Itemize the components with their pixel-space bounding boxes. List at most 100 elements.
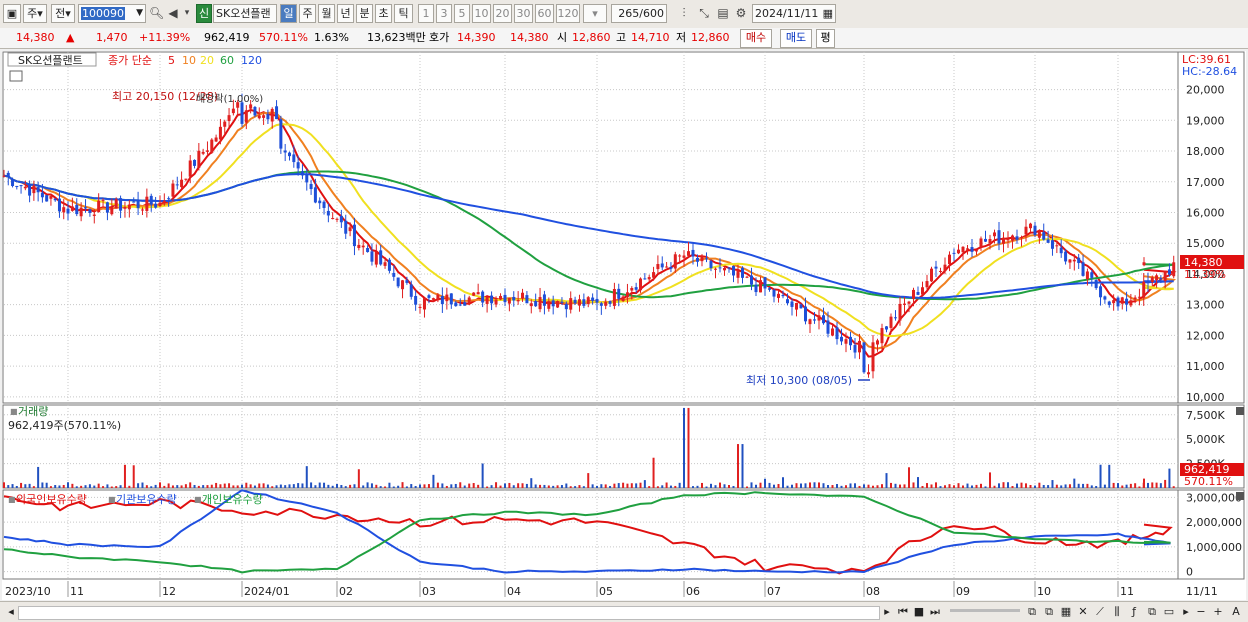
candle-body (1046, 239, 1050, 243)
candle-body (296, 162, 300, 169)
date-input[interactable]: 2024/11/11 ▦ (752, 4, 836, 23)
period-second[interactable]: 초 (375, 4, 392, 23)
interval-120[interactable]: 120 (556, 4, 580, 23)
volume-bar (28, 483, 31, 488)
volume-bar (1164, 479, 1167, 488)
volume-bar (622, 482, 625, 488)
eval-button[interactable]: 평 (816, 29, 835, 48)
volume-bar (587, 473, 590, 488)
chart-type-icon[interactable]: ⫶ (675, 5, 693, 22)
zoom-slider[interactable] (950, 609, 1020, 612)
volume-bar (604, 484, 607, 488)
period-tick[interactable]: 틱 (394, 4, 413, 23)
interval-dropdown[interactable]: ▾ (583, 4, 607, 23)
crosshair-icon[interactable]: ✕ (1076, 604, 1090, 619)
window-icon[interactable]: ▭ (1162, 604, 1176, 619)
layout2-icon[interactable]: ⧉ (1145, 604, 1159, 619)
speaker-icon[interactable]: ◀ (166, 5, 180, 22)
save-icon[interactable]: ▤ (715, 5, 731, 22)
scroll-right-icon[interactable]: ▸ (1180, 604, 1192, 619)
forward-icon[interactable]: ⏭ (928, 604, 942, 619)
volume-bar (314, 485, 317, 488)
line-icon[interactable]: ⟋ (1093, 604, 1107, 619)
candle-body (309, 183, 313, 190)
price-tick-label: 13,000 (1186, 299, 1225, 312)
fib-icon[interactable]: ⫼ (1110, 604, 1124, 619)
volume-bar (678, 482, 681, 488)
candle-body (691, 249, 695, 257)
scroll-left-icon[interactable]: ◂ (4, 604, 18, 619)
volume-bar (1147, 482, 1149, 488)
draw-tool-icon[interactable]: ⤡ (696, 5, 712, 22)
jeon-select[interactable]: 전▾ (51, 4, 75, 23)
period-minute[interactable]: 분 (356, 4, 373, 23)
candle-body (62, 207, 66, 213)
volume-bar (714, 485, 717, 488)
chevron-down-icon[interactable]: ▾ (182, 5, 192, 22)
candle-body (745, 276, 749, 278)
candle-body (422, 298, 426, 310)
interval-10[interactable]: 10 (472, 4, 491, 23)
interval-60[interactable]: 60 (535, 4, 554, 23)
period-month[interactable]: 월 (318, 4, 335, 23)
candle-body (1002, 237, 1005, 244)
volume-bar (746, 486, 748, 488)
period-week[interactable]: 주 (299, 4, 316, 23)
volume-bar (777, 483, 780, 488)
rewind-icon[interactable]: ⏮ (896, 604, 910, 619)
interval-1[interactable]: 1 (418, 4, 434, 23)
volume-bar (37, 466, 40, 488)
compare-icon[interactable]: ⧉ (1025, 604, 1039, 619)
current-pct-tag: 11.39% (1184, 268, 1226, 281)
candle-body (32, 185, 36, 194)
candle-body (197, 150, 201, 168)
zoom-in-icon[interactable]: + (1212, 604, 1224, 619)
count-field[interactable]: 265/600 (611, 4, 667, 23)
sell-button[interactable]: 매도 (780, 29, 812, 48)
period-year[interactable]: 년 (337, 4, 354, 23)
volume-bar (176, 485, 179, 488)
period-day[interactable]: 일 (280, 4, 297, 23)
change-pct: +11.39% (139, 31, 191, 44)
gear-icon[interactable]: ⚙ (733, 5, 749, 22)
volume-bar (202, 485, 205, 488)
volume-bar (84, 485, 87, 488)
volume-bar (1099, 464, 1102, 488)
volume-bar (759, 482, 762, 488)
zoom-out-icon[interactable]: − (1195, 604, 1207, 619)
interval-5[interactable]: 5 (454, 4, 470, 23)
candle-body (835, 327, 839, 340)
play-icon[interactable]: ▸ (880, 604, 894, 619)
interval-30[interactable]: 30 (514, 4, 533, 23)
volume-bar (490, 485, 493, 488)
candle-body (205, 150, 209, 152)
candle-body (1033, 225, 1037, 236)
price-tick-label: 11,000 (1186, 360, 1225, 373)
grid-icon[interactable]: ▦ (1059, 604, 1073, 619)
layout-icon[interactable]: ▣ (3, 4, 21, 23)
stock-code-input[interactable]: 100090 ▼ (78, 4, 146, 23)
stock-chart[interactable]: 20,00019,00018,00017,00016,00015,00014,0… (2, 51, 1246, 600)
candle-body (193, 159, 197, 166)
copy-icon[interactable]: ⧉ (1042, 604, 1056, 619)
interval-3[interactable]: 3 (436, 4, 452, 23)
auto-scale-icon[interactable]: A (1229, 604, 1243, 619)
volume-bar (652, 457, 655, 488)
volume-bar (1082, 483, 1085, 488)
stop-icon[interactable]: ■ (912, 604, 926, 619)
calendar-icon[interactable]: ▦ (823, 5, 833, 22)
volume-bar (284, 485, 287, 488)
holding-legend-2: 개인보유수량 (202, 493, 263, 506)
horizontal-scrollbar[interactable] (18, 606, 880, 620)
interval-20[interactable]: 20 (493, 4, 512, 23)
buy-button[interactable]: 매수 (740, 29, 772, 48)
volume-bar (58, 485, 61, 488)
candle-body (1120, 297, 1124, 304)
candle-body (1029, 223, 1032, 229)
volume-bar (495, 482, 498, 488)
volume-bar (419, 484, 421, 488)
period-select[interactable]: 주▾ (23, 4, 47, 23)
search-icon[interactable]: 🔍︎ (149, 5, 164, 22)
fx-icon[interactable]: ƒ (1127, 604, 1141, 619)
volume-bar (1090, 485, 1093, 488)
